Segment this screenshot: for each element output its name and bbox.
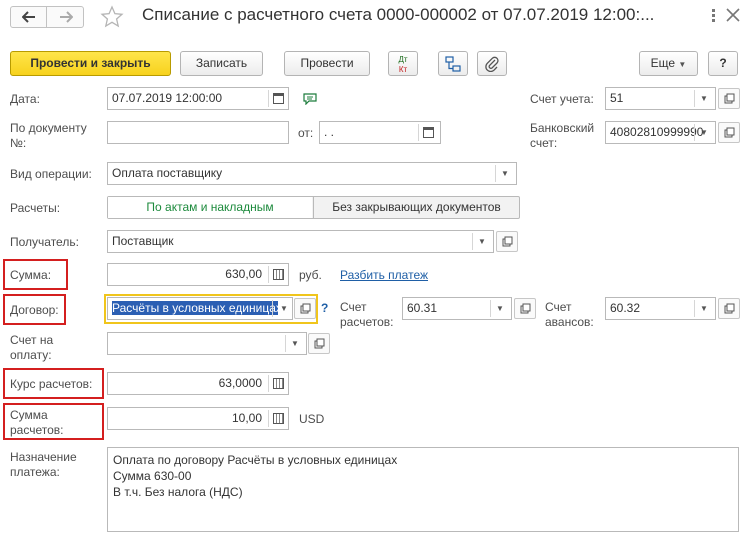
rate-label: Курс расчетов: <box>10 377 93 391</box>
close-icon <box>726 8 740 22</box>
settlements-switch: По актам и накладным Без закрывающих док… <box>107 196 520 219</box>
dropdown-arrow-icon[interactable]: ▼ <box>700 122 708 143</box>
contract-label: Договор: <box>10 303 59 317</box>
dropdown-arrow-icon[interactable]: ▼ <box>496 298 504 319</box>
dropdown-arrow-icon[interactable]: ▼ <box>478 231 486 252</box>
open-icon <box>724 127 734 138</box>
account-label: Счет учета: <box>530 92 594 106</box>
calendar-icon[interactable] <box>273 93 284 104</box>
recipient-field[interactable]: Поставщик ▼ <box>107 230 494 253</box>
open-icon <box>300 303 310 314</box>
dropdown-arrow-icon[interactable]: ▼ <box>700 298 708 319</box>
calculator-icon[interactable] <box>273 413 284 424</box>
open-icon <box>520 303 530 314</box>
advance-account-field[interactable]: 60.32 ▼ <box>605 297 716 320</box>
settlement-account-label: Счет расчетов: <box>340 300 394 329</box>
settlements-option-no-docs[interactable]: Без закрывающих документов <box>313 197 519 218</box>
structure-button[interactable] <box>438 51 468 76</box>
split-payment-link[interactable]: Разбить платеж <box>340 268 428 282</box>
debit-credit-icon: Дт Кт <box>398 55 408 74</box>
account-field[interactable]: 51 ▼ <box>605 87 716 110</box>
comment-icon[interactable] <box>303 93 317 106</box>
date-label: Дата: <box>10 92 40 106</box>
open-account-button[interactable] <box>718 88 740 109</box>
doc-number-field[interactable] <box>107 121 289 144</box>
settlement-sum-label: Сумма расчетов: <box>10 408 64 437</box>
favorite-button[interactable] <box>100 5 128 29</box>
calculator-icon[interactable] <box>273 378 284 389</box>
operation-type-field[interactable]: Оплата поставщику ▼ <box>107 162 517 185</box>
arrow-left-icon <box>21 11 35 23</box>
settlement-currency: USD <box>299 412 325 426</box>
open-invoice-button[interactable] <box>308 333 330 354</box>
open-icon <box>502 236 512 247</box>
more-options-icon[interactable] <box>708 8 718 24</box>
open-contract-button[interactable] <box>294 298 316 319</box>
dropdown-arrow-icon[interactable]: ▼ <box>700 88 708 109</box>
post-button[interactable]: Провести <box>284 51 370 76</box>
dropdown-arrow-icon[interactable]: ▼ <box>291 333 299 354</box>
contract-field[interactable]: Расчёты в условных единицах ▼ <box>107 297 293 320</box>
back-button[interactable] <box>11 7 47 27</box>
open-recipient-button[interactable] <box>496 231 518 252</box>
invoice-field[interactable]: ▼ <box>107 332 307 355</box>
settlement-account-field[interactable]: 60.31 ▼ <box>402 297 512 320</box>
page-title: Списание с расчетного счета 0000-000002 … <box>142 5 655 24</box>
open-icon <box>724 303 734 314</box>
date-field[interactable]: 07.07.2019 12:00:00 <box>107 87 289 110</box>
nav-group <box>10 6 84 28</box>
forward-button[interactable] <box>48 7 84 27</box>
settlements-label: Расчеты: <box>10 201 61 215</box>
payment-purpose-textarea[interactable]: Оплата по договору Расчёты в условных ед… <box>107 447 739 532</box>
open-advance-account-button[interactable] <box>718 298 740 319</box>
dropdown-arrow-icon[interactable]: ▼ <box>278 298 288 319</box>
payment-purpose-label: Назначение платежа: <box>10 450 77 479</box>
help-button[interactable]: ? <box>708 51 738 76</box>
doc-number-label: По документу №: <box>10 121 87 150</box>
attach-button[interactable] <box>477 51 507 76</box>
operation-type-label: Вид операции: <box>10 167 92 181</box>
sum-field[interactable]: 630,00 <box>107 263 289 286</box>
dropdown-arrow-icon[interactable]: ▼ <box>501 163 509 184</box>
bank-account-label: Банковский счет: <box>530 121 595 150</box>
hierarchy-icon <box>445 55 461 72</box>
advance-account-label: Счет авансов: <box>545 300 594 329</box>
open-icon <box>724 93 734 104</box>
rate-field[interactable]: 63,0000 <box>107 372 289 395</box>
contract-help-icon[interactable]: ? <box>321 301 328 315</box>
bank-account-field[interactable]: 40802810999990 ▼ <box>605 121 716 144</box>
open-settlement-account-button[interactable] <box>514 298 536 319</box>
from-label: от: <box>298 126 314 140</box>
chevron-down-icon: ▼ <box>678 60 687 69</box>
open-bank-account-button[interactable] <box>718 122 740 143</box>
calendar-icon[interactable] <box>423 127 434 138</box>
settlement-sum-field[interactable]: 10,00 <box>107 407 289 430</box>
open-icon <box>314 338 324 349</box>
settlements-option-acts[interactable]: По актам и накладным <box>108 197 312 218</box>
paperclip-icon <box>485 56 499 72</box>
more-button[interactable]: Еще ▼ <box>639 51 698 76</box>
arrow-right-icon <box>60 11 73 23</box>
sum-currency: руб. <box>299 268 322 282</box>
dt-kt-button[interactable]: Дт Кт <box>388 51 418 76</box>
close-button[interactable] <box>725 7 743 25</box>
save-button[interactable]: Записать <box>180 51 263 76</box>
calculator-icon[interactable] <box>273 269 284 280</box>
star-icon <box>100 5 124 28</box>
from-date-field[interactable]: . . <box>319 121 441 144</box>
sum-label: Сумма: <box>10 268 52 282</box>
post-and-close-button[interactable]: Провести и закрыть <box>10 51 171 76</box>
recipient-label: Получатель: <box>10 235 79 249</box>
invoice-label: Счет на оплату: <box>10 333 54 362</box>
